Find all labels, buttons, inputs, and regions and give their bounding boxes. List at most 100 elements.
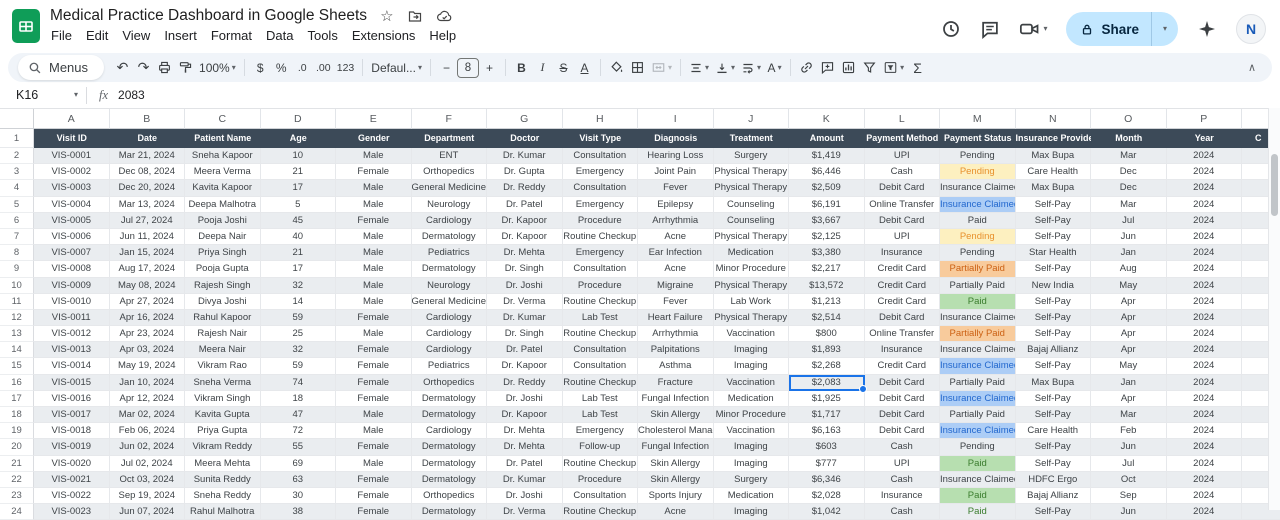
cell[interactable]: Minor Procedure	[714, 261, 790, 277]
cell[interactable]: Self-Pay	[1016, 391, 1092, 407]
decrease-font-size-button[interactable]: −	[436, 56, 457, 80]
cell[interactable]: Emergency	[563, 423, 639, 439]
cell[interactable]: Care Health	[1016, 164, 1092, 180]
cell[interactable]: Debit Card	[865, 180, 941, 196]
cell[interactable]: Physical Therapy	[714, 180, 790, 196]
cell[interactable]: 2024	[1167, 358, 1243, 374]
text-color-button[interactable]: A	[574, 56, 595, 80]
cell[interactable]: Paid	[940, 504, 1016, 520]
cell[interactable]: VIS-0001	[34, 148, 110, 164]
cell[interactable]: Insurance Claimed	[940, 180, 1016, 196]
filter-views-button[interactable]: ▾	[880, 56, 907, 80]
cell[interactable]: Dermatology	[412, 504, 488, 520]
cloud-status-icon[interactable]	[436, 8, 453, 24]
cell[interactable]: $3,380	[789, 245, 865, 261]
cell[interactable]: Consultation	[563, 488, 639, 504]
cell[interactable]: Jun 02, 2024	[110, 439, 186, 455]
cell[interactable]: Credit Card	[865, 294, 941, 310]
cell[interactable]: Jun	[1091, 229, 1167, 245]
cell[interactable]: Self-Pay	[1016, 358, 1092, 374]
cell[interactable]: Physical Therapy	[714, 278, 790, 294]
cell[interactable]: Medication	[714, 245, 790, 261]
increase-decimals-button[interactable]: .00	[313, 56, 334, 80]
cell[interactable]: Dermatology	[412, 229, 488, 245]
cell[interactable]: Insurance	[865, 342, 941, 358]
header-cell[interactable]: Gender	[336, 129, 412, 148]
cell[interactable]: 5	[261, 197, 337, 213]
header-cell[interactable]: Insurance Provider	[1016, 129, 1092, 148]
cell[interactable]: Cardiology	[412, 342, 488, 358]
vertical-align-button[interactable]: ▾	[712, 56, 738, 80]
cell[interactable]: VIS-0020	[34, 456, 110, 472]
cell[interactable]: $2,514	[789, 310, 865, 326]
cell[interactable]: VIS-0009	[34, 278, 110, 294]
cell[interactable]: $1,419	[789, 148, 865, 164]
cell[interactable]: Consultation	[563, 358, 639, 374]
zoom-select[interactable]: 100% ▾	[196, 56, 239, 80]
strikethrough-button[interactable]: S	[553, 56, 574, 80]
cell[interactable]: Female	[336, 310, 412, 326]
cell[interactable]: $1,925	[789, 391, 865, 407]
column-letter-J[interactable]: J	[714, 109, 790, 129]
cell[interactable]: Female	[336, 358, 412, 374]
column-letter-P[interactable]: P	[1167, 109, 1243, 129]
cell[interactable]: General Medicine	[412, 180, 488, 196]
column-letter-B[interactable]: B	[110, 109, 186, 129]
cell[interactable]: $2,509	[789, 180, 865, 196]
cell[interactable]: Dr. Verma	[487, 294, 563, 310]
italic-button[interactable]: I	[532, 56, 553, 80]
cell[interactable]: Apr 03, 2024	[110, 342, 186, 358]
cell[interactable]: Palpitations	[638, 342, 714, 358]
cell[interactable]: 2024	[1167, 342, 1243, 358]
cell[interactable]: Fever	[638, 180, 714, 196]
cell[interactable]: 2024	[1167, 278, 1243, 294]
cell[interactable]: Apr	[1091, 294, 1167, 310]
cell[interactable]: Dr. Reddy	[487, 375, 563, 391]
cell[interactable]: Skin Allergy	[638, 456, 714, 472]
cell[interactable]: Routine Checkup	[563, 375, 639, 391]
cell[interactable]: VIS-0002	[34, 164, 110, 180]
cell[interactable]: Dr. Kumar	[487, 472, 563, 488]
cell[interactable]: Dr. Joshi	[487, 278, 563, 294]
cell[interactable]: Insurance	[865, 245, 941, 261]
cell[interactable]: ENT	[412, 148, 488, 164]
cell[interactable]: Procedure	[563, 213, 639, 229]
cell[interactable]: 2024	[1167, 197, 1243, 213]
cell[interactable]: Dec	[1091, 180, 1167, 196]
cell[interactable]: Vaccination	[714, 375, 790, 391]
cell[interactable]: Dr. Joshi	[487, 391, 563, 407]
row-number[interactable]: 23	[0, 488, 34, 504]
meet-presentation-control[interactable]: ▾	[1019, 19, 1047, 39]
cell[interactable]: $6,346	[789, 472, 865, 488]
paint-format-button[interactable]	[175, 56, 196, 80]
cell[interactable]: $2,125	[789, 229, 865, 245]
cell[interactable]: Physical Therapy	[714, 164, 790, 180]
cell[interactable]: Deepa Nair	[185, 229, 261, 245]
cell[interactable]: $2,268	[789, 358, 865, 374]
format-currency-button[interactable]: $	[250, 56, 271, 80]
row-number[interactable]: 5	[0, 197, 34, 213]
cell[interactable]: 2024	[1167, 488, 1243, 504]
cell[interactable]: Male	[336, 407, 412, 423]
cell[interactable]: Sports Injury	[638, 488, 714, 504]
cell[interactable]: $3,667	[789, 213, 865, 229]
cell[interactable]: Routine Checkup	[563, 229, 639, 245]
menu-file[interactable]: File	[44, 26, 79, 45]
cell[interactable]: Apr	[1091, 391, 1167, 407]
cell[interactable]: VIS-0003	[34, 180, 110, 196]
header-cell[interactable]: Department	[412, 129, 488, 148]
cell[interactable]: Dr. Joshi	[487, 488, 563, 504]
cell[interactable]: Surgery	[714, 472, 790, 488]
cell[interactable]: Oct	[1091, 472, 1167, 488]
cell[interactable]: Self-Pay	[1016, 261, 1092, 277]
cell[interactable]: Divya Joshi	[185, 294, 261, 310]
header-cell[interactable]: Payment Status	[940, 129, 1016, 148]
insert-chart-button[interactable]	[838, 56, 859, 80]
cell[interactable]: Routine Checkup	[563, 326, 639, 342]
cell[interactable]: Jan 15, 2024	[110, 245, 186, 261]
cell[interactable]: Consultation	[563, 180, 639, 196]
menu-view[interactable]: View	[115, 26, 157, 45]
borders-button[interactable]	[627, 56, 648, 80]
cell[interactable]: 2024	[1167, 456, 1243, 472]
select-all-corner[interactable]	[0, 109, 34, 129]
